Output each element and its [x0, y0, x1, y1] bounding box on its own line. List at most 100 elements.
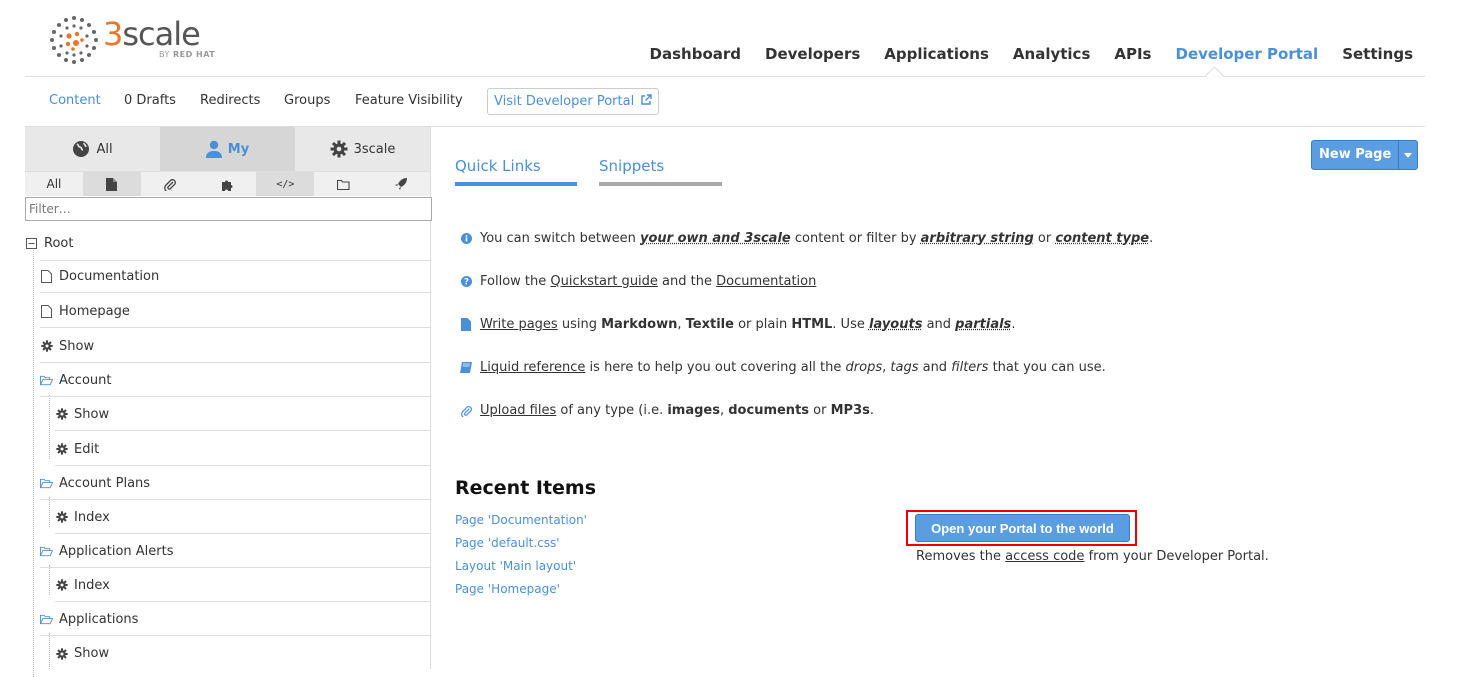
nav-apis[interactable]: APIs — [1114, 45, 1151, 63]
layouts-link[interactable]: layouts — [869, 317, 922, 332]
recent-item-link[interactable]: Page 'default.css' — [455, 536, 560, 550]
quick-link-upload: Upload files of any type (i.e. images, d… — [460, 403, 874, 418]
write-pages-link[interactable]: Write pages — [480, 317, 558, 332]
sub-nav: Content 0 Drafts Redirects Groups Featur… — [25, 77, 1425, 127]
file-icon — [460, 318, 472, 331]
type-tab-files[interactable] — [141, 172, 199, 196]
text: or plain — [734, 317, 791, 332]
subnav-feature-visibility[interactable]: Feature Visibility — [355, 93, 463, 108]
file-icon — [106, 178, 117, 191]
text: of any type (i.e. — [556, 403, 667, 418]
tree-item-applications[interactable]: Applications — [40, 603, 430, 636]
file-icon — [40, 270, 53, 283]
content-type-link[interactable]: content type — [1055, 231, 1149, 246]
tree-item-documentation[interactable]: Documentation — [40, 260, 430, 293]
tree-item-account-plans-index[interactable]: Index — [55, 501, 430, 534]
tree-item-label: Homepage — [59, 304, 130, 319]
access-code-link[interactable]: access code — [1005, 549, 1084, 564]
subnav-drafts[interactable]: 0 Drafts — [124, 93, 176, 108]
type-tab-portlets[interactable] — [372, 172, 430, 196]
tree-item-label: Show — [59, 339, 94, 354]
subnav-content[interactable]: Content — [49, 93, 101, 108]
quickstart-guide-link[interactable]: Quickstart guide — [550, 274, 658, 289]
tree-item-root[interactable]: Root — [25, 227, 430, 260]
text: Follow the — [480, 274, 550, 289]
filters-text: filters — [951, 360, 988, 375]
new-page-label: New Page — [1312, 141, 1398, 169]
recent-item-link[interactable]: Page 'Homepage' — [455, 582, 560, 596]
documentation-link[interactable]: Documentation — [716, 274, 816, 289]
owner-tab-all[interactable]: All — [25, 127, 160, 171]
3scale-logo[interactable]: 3scale BY RED HAT — [47, 12, 227, 64]
visit-developer-portal-button[interactable]: Visit Developer Portal — [487, 88, 659, 115]
subnav-groups[interactable]: Groups — [284, 93, 330, 108]
tab-snippets[interactable]: Snippets — [599, 157, 664, 175]
subnav-redirects[interactable]: Redirects — [200, 93, 260, 108]
drops-text: drops — [846, 360, 883, 375]
gear-icon — [55, 647, 68, 660]
arbitrary-string-link[interactable]: arbitrary string — [921, 231, 1034, 246]
type-tab-all-label: All — [46, 177, 61, 191]
owner-tab-3scale[interactable]: 3scale — [295, 127, 430, 171]
tree-item-account-plans[interactable]: Account Plans — [40, 467, 430, 500]
liquid-reference-link[interactable]: Liquid reference — [480, 360, 585, 375]
tree-item-label: Index — [74, 510, 110, 525]
logo-name: scale — [122, 15, 199, 53]
tags-text: tags — [890, 360, 918, 375]
recent-items-title: Recent Items — [455, 477, 596, 499]
chevron-down-icon[interactable] — [1398, 141, 1417, 169]
collapse-icon[interactable] — [25, 237, 38, 250]
tree-item-account-edit[interactable]: Edit — [55, 433, 430, 466]
tab-snippets-underline — [599, 182, 722, 186]
tree-item-homepage[interactable]: Homepage — [40, 295, 430, 328]
text: You can switch between — [480, 231, 636, 246]
book-icon — [460, 362, 472, 373]
type-tab-partials[interactable] — [199, 172, 257, 196]
type-tab-sections[interactable] — [314, 172, 372, 196]
owner-tab-my[interactable]: My — [160, 127, 295, 171]
text: that you can use. — [988, 360, 1105, 375]
tree-guide-line — [49, 497, 50, 527]
nav-developers[interactable]: Developers — [765, 45, 860, 63]
nav-settings[interactable]: Settings — [1342, 45, 1413, 63]
svg-text:?: ? — [464, 278, 469, 287]
tab-quick-links[interactable]: Quick Links — [455, 157, 541, 175]
upload-files-link[interactable]: Upload files — [480, 403, 556, 418]
open-portal-button[interactable]: Open your Portal to the world — [915, 514, 1130, 542]
recent-item-link[interactable]: Layout 'Main layout' — [455, 559, 576, 573]
tree-item-application-alerts[interactable]: Application Alerts — [40, 535, 430, 568]
type-tab-code[interactable]: </> — [256, 172, 314, 196]
type-tab-all[interactable]: All — [25, 172, 83, 196]
tab-quick-links-underline — [455, 182, 577, 186]
tree-item-account[interactable]: Account — [40, 364, 430, 397]
tree-guide-line — [49, 565, 50, 595]
quick-link-write: Write pages using Markdown, Textile or p… — [460, 317, 1015, 332]
file-icon — [40, 305, 53, 318]
own-and-3scale-link[interactable]: your own and 3scale — [640, 231, 791, 246]
nav-analytics[interactable]: Analytics — [1013, 45, 1090, 63]
rocket-icon — [395, 178, 407, 190]
new-page-button[interactable]: New Page — [1311, 140, 1418, 170]
gear-icon — [330, 140, 348, 158]
type-tab-pages[interactable] — [83, 172, 141, 196]
tree-item-account-show[interactable]: Show — [55, 398, 430, 431]
text: , — [720, 403, 728, 418]
text: or — [1034, 231, 1056, 246]
nav-developer-portal[interactable]: Developer Portal — [1176, 45, 1319, 63]
text: using — [558, 317, 601, 332]
recent-item-link[interactable]: Page 'Documentation' — [455, 513, 587, 527]
main-content: Quick Links Snippets New Page You can sw… — [455, 127, 1425, 669]
partials-link[interactable]: partials — [955, 317, 1011, 332]
tree-item-label: Show — [74, 646, 109, 661]
quick-link-liquid: Liquid reference is here to help you out… — [460, 360, 1106, 375]
tree-item-show[interactable]: Show — [40, 330, 430, 363]
nav-dashboard[interactable]: Dashboard — [650, 45, 741, 63]
tree-item-applications-show[interactable]: Show — [55, 637, 430, 670]
tree-item-application-alerts-index[interactable]: Index — [55, 569, 430, 602]
markdown-text: Markdown — [601, 317, 677, 332]
folder-icon — [337, 179, 350, 190]
sidebar-filter-input[interactable] — [25, 197, 432, 221]
info-icon — [460, 233, 472, 244]
text: is here to help you out covering all the — [585, 360, 845, 375]
nav-applications[interactable]: Applications — [884, 45, 989, 63]
